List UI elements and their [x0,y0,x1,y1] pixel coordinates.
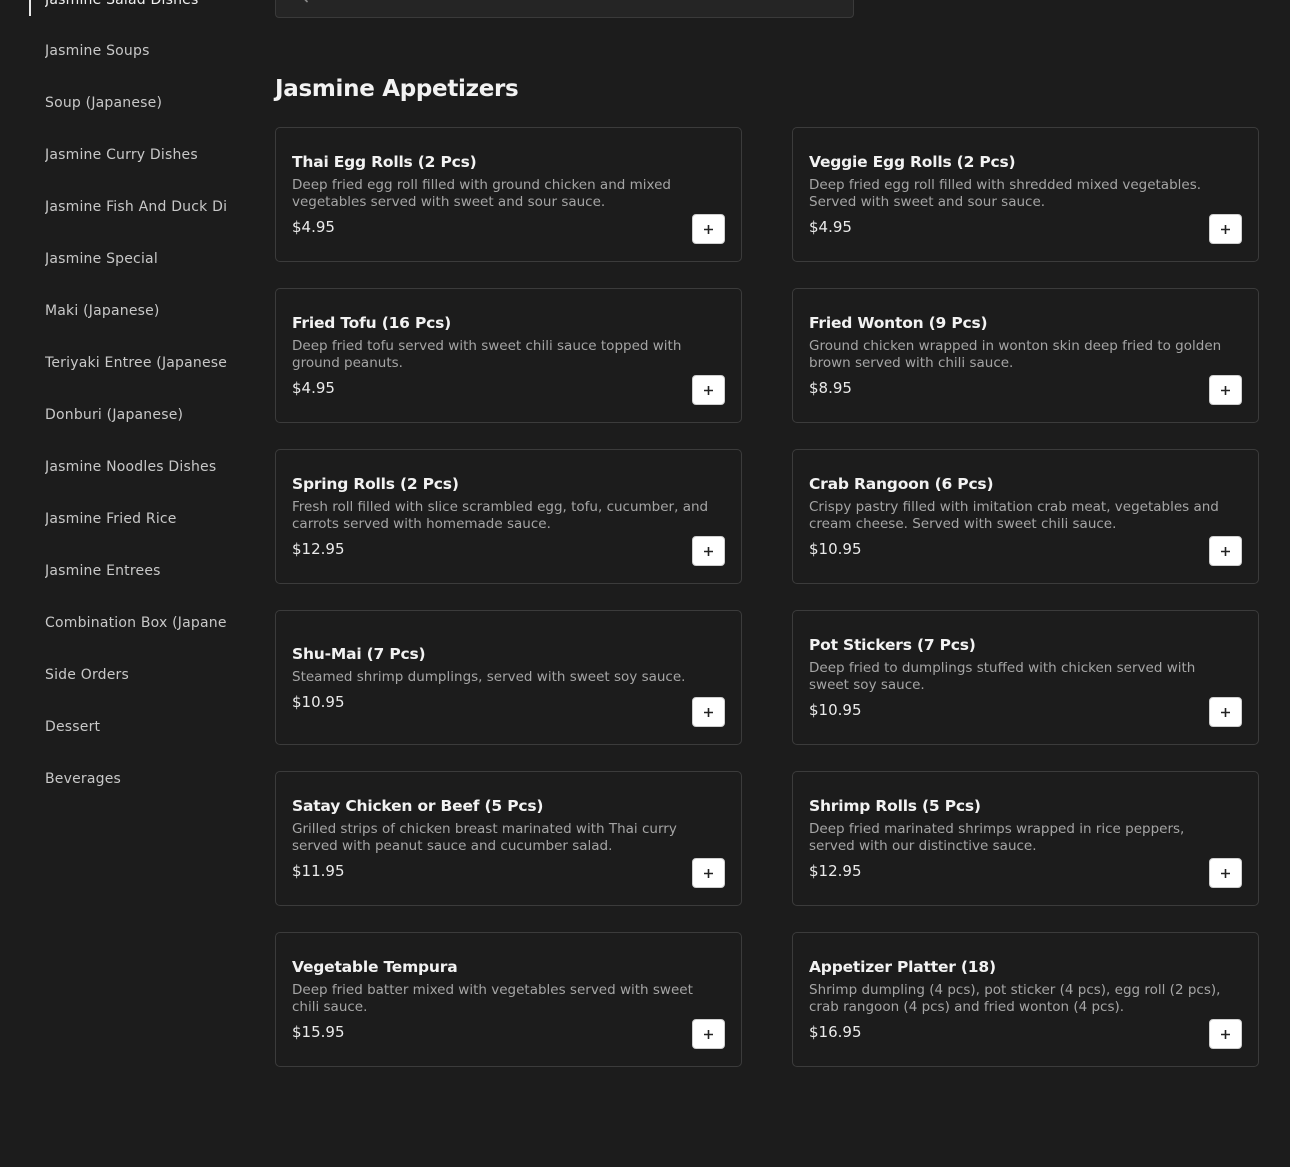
add-to-cart-button[interactable] [692,536,725,566]
search-box[interactable] [275,0,854,18]
add-to-cart-button[interactable] [692,697,725,727]
item-name: Pot Stickers (7 Pcs) [809,636,976,654]
item-name: Spring Rolls (2 Pcs) [292,475,459,493]
item-price: $12.95 [809,862,862,880]
menu-item-card[interactable]: Satay Chicken or Beef (5 Pcs) Grilled st… [275,771,742,906]
sidebar-item-jasmine-salad-dishes[interactable]: Jasmine Salad Dishes [45,0,227,10]
item-price: $4.95 [292,379,335,397]
add-to-cart-button[interactable] [692,1019,725,1049]
item-price: $16.95 [809,1023,862,1041]
menu-item-card[interactable]: Shrimp Rolls (5 Pcs) Deep fried marinate… [792,771,1259,906]
plus-icon [1221,546,1230,556]
item-description: Deep fried batter mixed with vegetables … [292,982,693,1015]
section-title: Jasmine Appetizers [275,76,519,102]
plus-icon [1221,868,1230,878]
sidebar-item-teriyaki-entree-japanese[interactable]: Teriyaki Entree (Japanese) [45,353,227,373]
item-description: Fresh roll filled with slice scrambled e… [292,499,709,532]
item-name: Fried Tofu (16 Pcs) [292,314,452,332]
menu-item-card[interactable]: Shu-Mai (7 Pcs) Steamed shrimp dumplings… [275,610,742,745]
search-input[interactable] [320,0,824,17]
category-sidebar: Jasmine Salad Dishes Jasmine Soups Soup … [0,0,240,1167]
item-name: Shu-Mai (7 Pcs) [292,644,426,663]
sidebar-item-donburi-japanese[interactable]: Donburi (Japanese) [45,405,227,425]
item-price: $11.95 [292,862,345,880]
item-price: $10.95 [292,692,345,711]
menu-item-card[interactable]: Pot Stickers (7 Pcs) Deep fried to dumpl… [792,610,1259,745]
sidebar-item-jasmine-soups[interactable]: Jasmine Soups [45,41,227,61]
item-name: Appetizer Platter (18) [809,958,996,976]
menu-item-card[interactable]: Thai Egg Rolls (2 Pcs) Deep fried egg ro… [275,127,742,262]
sidebar-item-maki-japanese[interactable]: Maki (Japanese) [45,301,227,321]
menu-item-card[interactable]: Fried Tofu (16 Pcs) Deep fried tofu serv… [275,288,742,423]
plus-icon [1221,385,1230,395]
item-description: Shrimp dumpling (4 pcs), pot sticker (4 … [809,982,1221,1015]
add-to-cart-button[interactable] [1209,214,1242,244]
item-description: Deep fried marinated shrimps wrapped in … [809,821,1185,854]
item-description: Grilled strips of chicken breast marinat… [292,821,677,854]
plus-icon [704,868,713,878]
menu-item-card[interactable]: Vegetable Tempura Deep fried batter mixe… [275,932,742,1067]
add-to-cart-button[interactable] [692,214,725,244]
item-name: Crab Rangoon (6 Pcs) [809,475,994,493]
menu-item-card[interactable]: Appetizer Platter (18) Shrimp dumpling (… [792,932,1259,1067]
item-name: Vegetable Tempura [292,958,458,976]
item-price: $4.95 [292,218,335,236]
item-description: Deep fried to dumplings stuffed with chi… [809,660,1196,693]
item-price: $10.95 [809,701,862,719]
item-name: Satay Chicken or Beef (5 Pcs) [292,797,544,815]
item-description: Crispy pastry filled with imitation crab… [809,499,1219,532]
item-description: Deep fried tofu served with sweet chili … [292,338,682,371]
menu-item-card[interactable]: Veggie Egg Rolls (2 Pcs) Deep fried egg … [792,127,1259,262]
item-price: $8.95 [809,379,852,397]
item-name: Thai Egg Rolls (2 Pcs) [292,153,477,171]
plus-icon [1221,707,1230,717]
add-to-cart-button[interactable] [692,858,725,888]
add-to-cart-button[interactable] [692,375,725,405]
sidebar-item-jasmine-entrees[interactable]: Jasmine Entrees [45,561,227,581]
item-name: Shrimp Rolls (5 Pcs) [809,797,981,815]
sidebar-item-jasmine-fish-and-duck-dishes[interactable]: Jasmine Fish And Duck Dishes [45,197,227,217]
menu-item-card[interactable]: Fried Wonton (9 Pcs) Ground chicken wrap… [792,288,1259,423]
item-description: Deep fried egg roll filled with shredded… [809,177,1202,210]
menu-item-card[interactable]: Spring Rolls (2 Pcs) Fresh roll filled w… [275,449,742,584]
sidebar-item-beverages[interactable]: Beverages [45,769,227,789]
plus-icon [1221,1029,1230,1039]
menu-item-card[interactable]: Crab Rangoon (6 Pcs) Crispy pastry fille… [792,449,1259,584]
item-name: Veggie Egg Rolls (2 Pcs) [809,153,1016,171]
plus-icon [704,707,713,717]
sidebar-item-jasmine-special[interactable]: Jasmine Special [45,249,227,269]
active-category-indicator [29,0,31,16]
add-to-cart-button[interactable] [1209,375,1242,405]
item-price: $12.95 [292,540,345,558]
search-icon [293,0,309,7]
add-to-cart-button[interactable] [1209,858,1242,888]
item-description: Ground chicken wrapped in wonton skin de… [809,338,1222,371]
item-description: Steamed shrimp dumplings, served with sw… [292,668,686,685]
item-price: $10.95 [809,540,862,558]
sidebar-item-combination-box-japanese[interactable]: Combination Box (Japanese) [45,613,227,633]
sidebar-item-jasmine-curry-dishes[interactable]: Jasmine Curry Dishes [45,145,227,165]
item-price: $4.95 [809,218,852,236]
add-to-cart-button[interactable] [1209,536,1242,566]
item-description: Deep fried egg roll filled with ground c… [292,177,671,210]
plus-icon [1221,224,1230,234]
plus-icon [704,385,713,395]
plus-icon [704,1029,713,1039]
sidebar-item-jasmine-noodles-dishes[interactable]: Jasmine Noodles Dishes [45,457,227,477]
add-to-cart-button[interactable] [1209,1019,1242,1049]
sidebar-item-side-orders[interactable]: Side Orders [45,665,227,685]
add-to-cart-button[interactable] [1209,697,1242,727]
plus-icon [704,224,713,234]
sidebar-item-soup-japanese[interactable]: Soup (Japanese) [45,93,227,113]
menu-page: Jasmine Salad Dishes Jasmine Soups Soup … [0,0,1290,1167]
item-price: $15.95 [292,1023,345,1041]
item-name: Fried Wonton (9 Pcs) [809,314,988,332]
sidebar-item-dessert[interactable]: Dessert [45,717,227,737]
plus-icon [704,546,713,556]
sidebar-item-jasmine-fried-rice[interactable]: Jasmine Fried Rice [45,509,227,529]
